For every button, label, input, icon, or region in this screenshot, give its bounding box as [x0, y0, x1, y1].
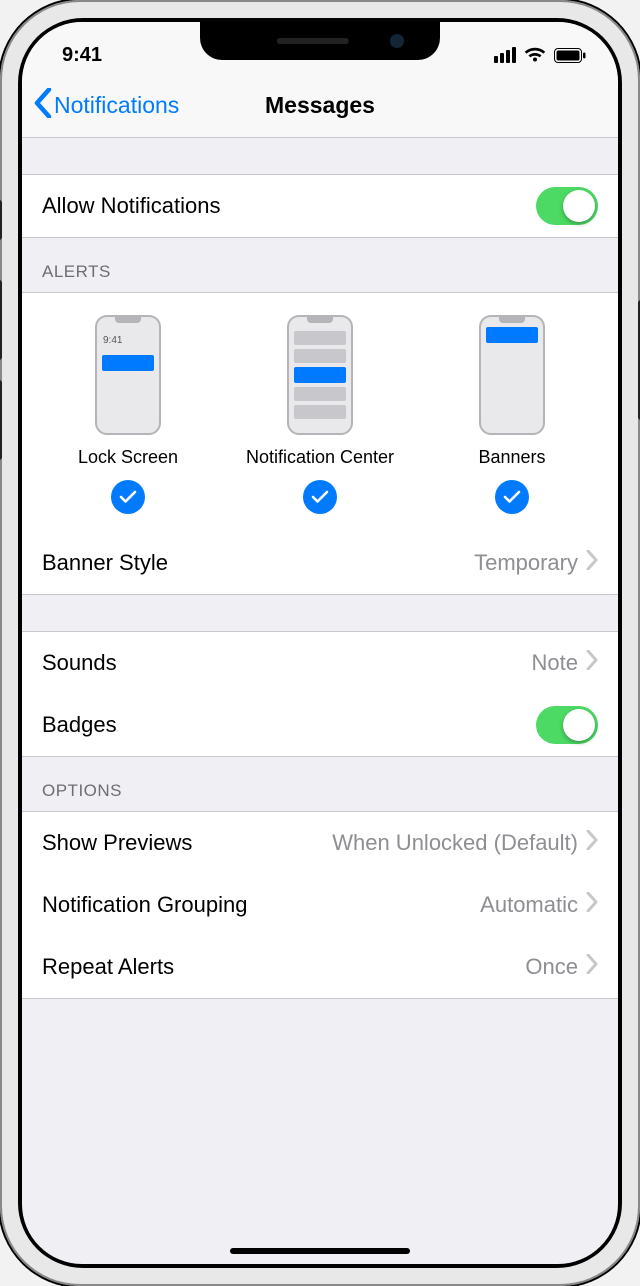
banner-style-value: Temporary: [474, 550, 578, 576]
badges-row[interactable]: Badges: [22, 694, 618, 756]
alert-nc-label: Notification Center: [246, 447, 394, 468]
alerts-panel: 9:41 Lock Screen: [22, 293, 618, 532]
show-previews-value: When Unlocked (Default): [332, 830, 578, 856]
options-header: OPTIONS: [22, 757, 618, 811]
alerts-row: 9:41 Lock Screen: [22, 293, 618, 532]
repeat-alerts-value: Once: [525, 954, 578, 980]
banner-style-row[interactable]: Banner Style Temporary: [22, 532, 618, 594]
status-time: 9:41: [62, 44, 102, 67]
alert-banners-label: Banners: [478, 447, 545, 468]
chevron-right-icon: [586, 550, 598, 576]
device-frame: 9:41 Notifications: [0, 0, 640, 1286]
page-title: Messages: [265, 92, 375, 119]
content[interactable]: Allow Notifications ALERTS 9:41: [22, 138, 618, 1264]
alerts-group: 9:41 Lock Screen: [22, 292, 618, 595]
sounds-row[interactable]: Sounds Note: [22, 632, 618, 694]
alert-option-notification-center[interactable]: Notification Center: [224, 315, 416, 514]
alert-option-lock-screen[interactable]: 9:41 Lock Screen: [32, 315, 224, 514]
repeat-alerts-label: Repeat Alerts: [42, 954, 174, 980]
options-group: Show Previews When Unlocked (Default) No…: [22, 811, 618, 999]
wifi-icon: [524, 47, 546, 63]
allow-notifications-row[interactable]: Allow Notifications: [22, 175, 618, 237]
notch: [200, 22, 440, 60]
badges-toggle[interactable]: [536, 706, 598, 744]
screen: 9:41 Notifications: [22, 22, 618, 1264]
mini-time: 9:41: [103, 335, 122, 346]
mute-switch: [0, 200, 2, 240]
notification-center-check-icon[interactable]: [303, 480, 337, 514]
chevron-left-icon: [34, 88, 54, 124]
alert-option-banners[interactable]: Banners: [416, 315, 608, 514]
back-button[interactable]: Notifications: [34, 74, 179, 137]
repeat-alerts-row[interactable]: Repeat Alerts Once: [22, 936, 618, 998]
notification-grouping-row[interactable]: Notification Grouping Automatic: [22, 874, 618, 936]
nav-bar: Notifications Messages: [22, 74, 618, 138]
alert-lock-label: Lock Screen: [78, 447, 178, 468]
lock-screen-check-icon[interactable]: [111, 480, 145, 514]
banners-preview-icon: [479, 315, 545, 435]
chevron-right-icon: [586, 650, 598, 676]
notification-center-preview-icon: [287, 315, 353, 435]
sounds-value: Note: [532, 650, 578, 676]
status-right: [494, 47, 586, 63]
cellular-icon: [494, 47, 516, 63]
notification-grouping-label: Notification Grouping: [42, 892, 247, 918]
badges-label: Badges: [42, 712, 117, 738]
device-inner: 9:41 Notifications: [18, 18, 622, 1268]
volume-up-button: [0, 280, 2, 360]
show-previews-row[interactable]: Show Previews When Unlocked (Default): [22, 812, 618, 874]
chevron-right-icon: [586, 892, 598, 918]
allow-notifications-label: Allow Notifications: [42, 193, 221, 219]
sounds-label: Sounds: [42, 650, 117, 676]
alerts-header: ALERTS: [22, 238, 618, 292]
lock-screen-preview-icon: 9:41: [95, 315, 161, 435]
chevron-right-icon: [586, 830, 598, 856]
sounds-badges-group: Sounds Note Badges: [22, 631, 618, 757]
banner-style-label: Banner Style: [42, 550, 168, 576]
allow-notifications-toggle[interactable]: [536, 187, 598, 225]
show-previews-label: Show Previews: [42, 830, 192, 856]
banners-check-icon[interactable]: [495, 480, 529, 514]
battery-icon: [554, 48, 586, 63]
allow-group: Allow Notifications: [22, 174, 618, 238]
home-indicator[interactable]: [230, 1248, 410, 1254]
volume-down-button: [0, 380, 2, 460]
back-label: Notifications: [54, 92, 179, 119]
notification-grouping-value: Automatic: [480, 892, 578, 918]
chevron-right-icon: [586, 954, 598, 980]
